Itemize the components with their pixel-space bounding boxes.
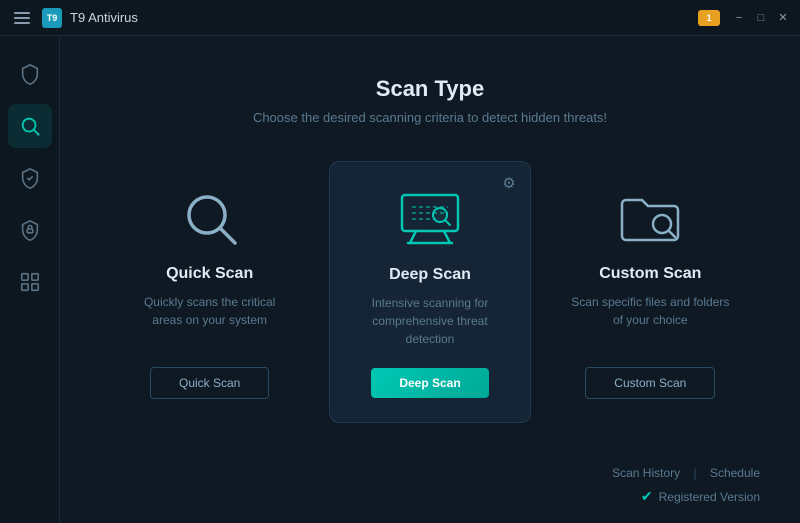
footer: Scan History | Schedule ✔ Registered Ver… xyxy=(612,466,760,505)
deep-scan-desc: Intensive scanning for comprehensive thr… xyxy=(350,294,509,348)
app-title: T9 Antivirus xyxy=(70,10,138,25)
sidebar-item-trust[interactable] xyxy=(8,208,52,252)
footer-divider: | xyxy=(690,466,700,480)
app-body: Scan Type Choose the desired scanning cr… xyxy=(0,36,800,523)
app-logo: T9 xyxy=(42,8,62,28)
window-controls: 1 − □ ✕ xyxy=(698,9,792,27)
custom-scan-button[interactable]: Custom Scan xyxy=(585,367,715,399)
titlebar: T9 T9 Antivirus 1 − □ ✕ xyxy=(0,0,800,36)
settings-icon[interactable]: ⚙ xyxy=(502,174,515,192)
custom-scan-card: Custom Scan Scan specific files and fold… xyxy=(551,161,750,423)
custom-scan-icon xyxy=(615,189,685,249)
notification-badge[interactable]: 1 xyxy=(698,10,720,26)
sidebar-item-home[interactable] xyxy=(8,52,52,96)
quick-scan-title: Quick Scan xyxy=(166,265,253,283)
sidebar xyxy=(0,36,60,523)
page-title: Scan Type xyxy=(110,76,750,102)
deep-scan-card: ⚙ xyxy=(329,161,530,423)
sidebar-item-scan[interactable] xyxy=(8,104,52,148)
registered-status: ✔ Registered Version xyxy=(641,488,760,505)
main-content: Scan Type Choose the desired scanning cr… xyxy=(60,36,800,523)
footer-links: Scan History | Schedule xyxy=(612,466,760,480)
quick-scan-desc: Quickly scans the critical areas on your… xyxy=(130,293,289,347)
quick-scan-button[interactable]: Quick Scan xyxy=(150,367,269,399)
deep-scan-button[interactable]: Deep Scan xyxy=(371,368,488,398)
scan-cards-container: Quick Scan Quickly scans the critical ar… xyxy=(110,161,750,423)
registered-label: Registered Version xyxy=(659,490,760,504)
custom-scan-title: Custom Scan xyxy=(599,265,701,283)
schedule-link[interactable]: Schedule xyxy=(710,466,760,480)
scan-history-link[interactable]: Scan History xyxy=(612,466,680,480)
maximize-button[interactable]: □ xyxy=(752,9,770,27)
sidebar-item-tools[interactable] xyxy=(8,260,52,304)
quick-scan-icon xyxy=(175,189,245,249)
hamburger-menu[interactable] xyxy=(10,8,34,28)
registered-icon: ✔ xyxy=(641,488,653,505)
deep-scan-title: Deep Scan xyxy=(389,266,471,284)
titlebar-left: T9 T9 Antivirus xyxy=(10,8,138,28)
close-button[interactable]: ✕ xyxy=(774,9,792,27)
custom-scan-desc: Scan specific files and folders of your … xyxy=(571,293,730,347)
sidebar-item-protection[interactable] xyxy=(8,156,52,200)
deep-scan-icon xyxy=(395,190,465,250)
quick-scan-card: Quick Scan Quickly scans the critical ar… xyxy=(110,161,309,423)
minimize-button[interactable]: − xyxy=(730,9,748,27)
page-subtitle: Choose the desired scanning criteria to … xyxy=(110,110,750,125)
